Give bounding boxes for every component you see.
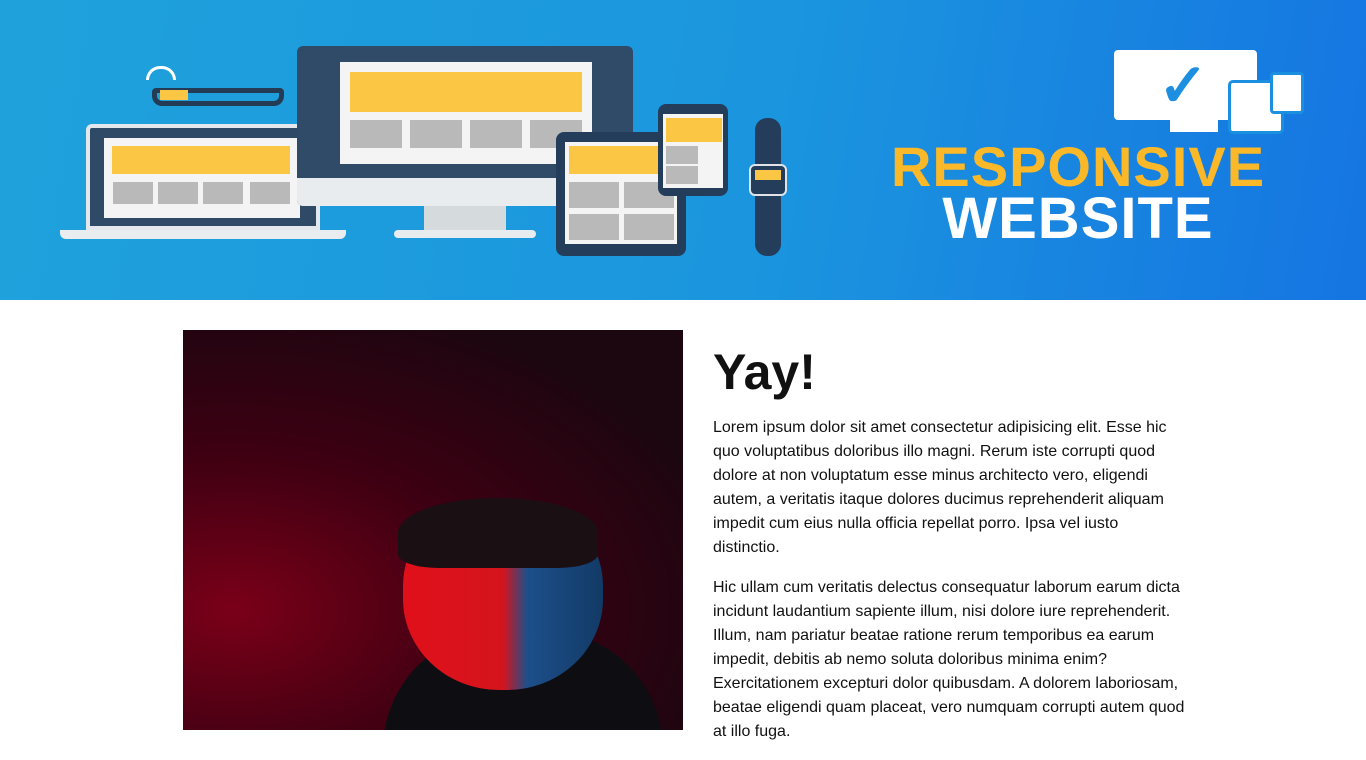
logo-subtitle: WEBSITE [942,186,1214,251]
article-paragraph: Hic ullam cum veritatis delectus consequ… [713,579,1185,740]
article: Yay! Lorem ipsum dolor sit amet consecte… [713,340,1188,760]
article-heading: Yay! [713,344,816,400]
hero-banner: ✓ RESPONSIVE WEBSITE [0,0,1366,300]
article-paragraph: Lorem ipsum dolor sit amet consectetur a… [713,419,1167,556]
portrait-photo [183,330,683,730]
